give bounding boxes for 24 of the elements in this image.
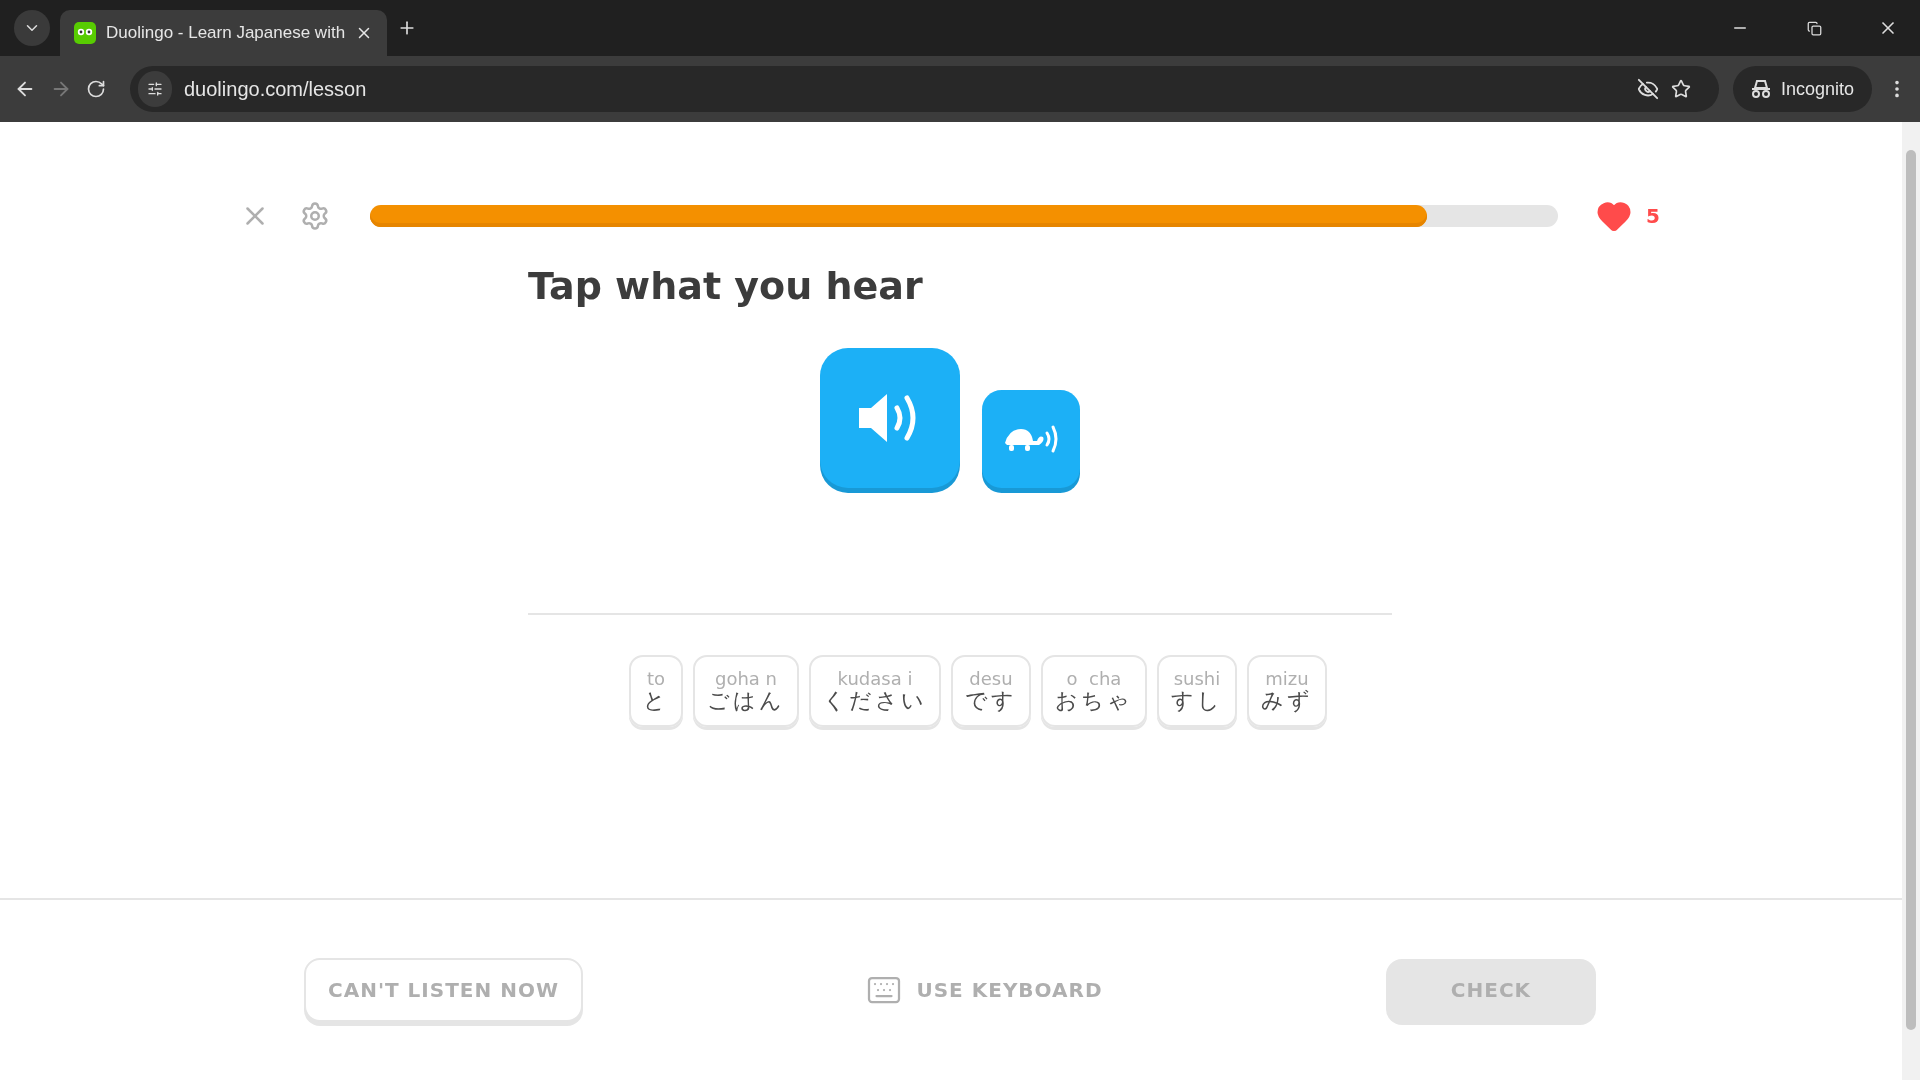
word-tile[interactable]: goha n ごはん [693,655,799,727]
restore-icon[interactable] [1806,20,1822,36]
owl-logo-icon [74,22,96,44]
sliders-icon [147,81,163,97]
eye-off-icon[interactable] [1636,78,1659,100]
scrollbar-thumb[interactable] [1906,150,1916,1030]
word-tile[interactable]: desu です [951,655,1031,727]
reload-icon[interactable] [86,79,106,99]
bookmark-star-icon[interactable] [1670,79,1691,99]
word-tile[interactable]: mizu みず [1247,655,1327,727]
browser-tab[interactable]: Duolingo - Learn Japanese with [60,10,388,56]
exercise-title: Tap what you hear [528,264,923,308]
word-tile[interactable]: to と [629,655,683,727]
incognito-icon [1750,80,1771,98]
hearts-count: 5 [1646,204,1660,228]
address-bar[interactable]: duolingo.com/lesson [130,66,1719,112]
site-settings-button[interactable] [138,71,172,107]
url-text: duolingo.com/lesson [184,77,368,101]
word-tile[interactable]: o cha おちゃ [1041,655,1147,727]
word-tile[interactable]: kudasa i ください [809,655,941,727]
tab-title: Duolingo - Learn Japanese with [106,23,346,43]
incognito-button[interactable]: Incognito [1732,66,1872,112]
tab-search-button[interactable] [14,10,50,46]
word-tile[interactable]: sushi すし [1157,655,1237,727]
